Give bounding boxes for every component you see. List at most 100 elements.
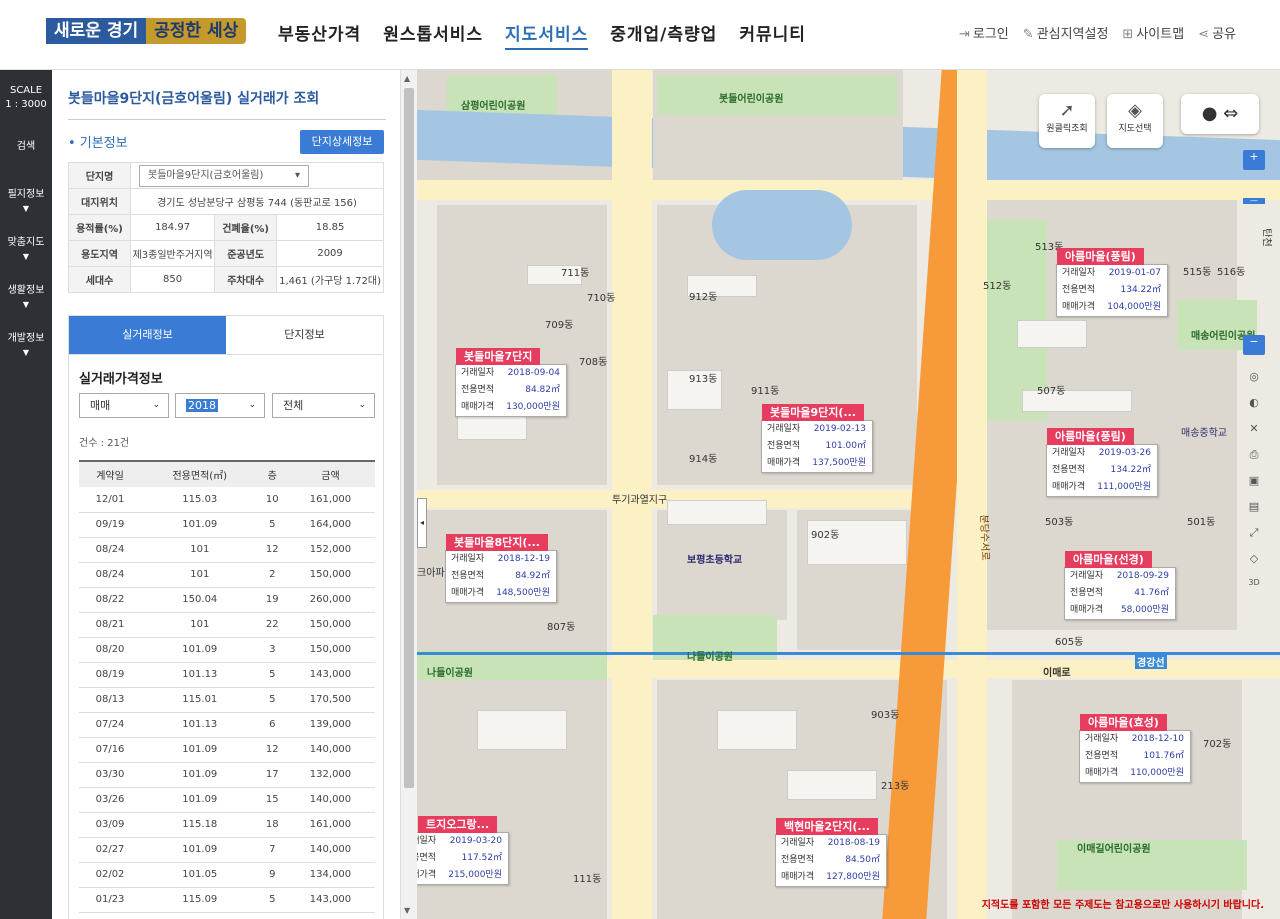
fullscreen-icon[interactable]: ⤢ (1243, 526, 1265, 546)
table-row[interactable]: 07/16 101.09 12 140,000 (79, 737, 375, 763)
nav-brokerage-survey[interactable]: 중개업/측량업 (610, 20, 717, 50)
basic-info-heading: • 기본정보 (68, 136, 128, 151)
price-card[interactable]: 봇들마을7단지 거래일자 2018-09-04 전용면적 84.82㎡ 매매가격 13… (455, 348, 567, 417)
table-cell: 08/22 (79, 587, 142, 613)
locate-icon[interactable]: ◎ (1243, 370, 1265, 390)
side-search[interactable]: 검색 (0, 122, 52, 164)
table-row[interactable]: 08/20 101.09 3 150,000 (79, 637, 375, 663)
table-cell: 03/30 (79, 762, 142, 788)
price-card[interactable]: 봇들마을9단지(... 거래일자 2019-02-13 전용면적 101.00㎡ 매… (761, 404, 873, 473)
tab-transaction-info[interactable]: 실거래정보 (69, 316, 226, 354)
map-label: 213동 (881, 781, 910, 792)
one-click-query-button[interactable]: ➚ 원클릭조회 (1039, 94, 1095, 148)
table-cell: 101.09 (141, 787, 259, 813)
map-label: 111동 (573, 874, 602, 885)
price-card[interactable]: 트지오그랑... 거래일자2019-03-20 전용면적117.52㎡ 매매가격… (417, 816, 509, 885)
scroll-up-icon[interactable]: ▲ (404, 74, 410, 83)
table-row[interactable]: 08/21 101 22 150,000 (79, 612, 375, 638)
map-label: 913동 (689, 374, 718, 385)
map-label: 702동 (1203, 739, 1232, 750)
measure-icon[interactable]: ◐ (1243, 396, 1265, 416)
table-cell: 08/13 (79, 687, 142, 713)
table-cell: 5 (258, 662, 286, 688)
complex-select[interactable]: 봇들마을9단지(금호어울림) ▾ (139, 164, 309, 187)
table-row[interactable]: 08/24 101 12 152,000 (79, 537, 375, 563)
price-card[interactable]: 아름마을(풍림) 거래일자 2019-01-07 전용면적 134.22㎡ 매매가격… (1056, 248, 1168, 317)
3d-icon[interactable]: 3D (1243, 578, 1265, 598)
card-title: 봇들마을8단지(... (446, 534, 548, 551)
table-row[interactable]: 03/09 115.18 18 161,000 (79, 812, 375, 838)
nav-map-service[interactable]: 지도서비스 (505, 20, 589, 50)
table-cell: 22 (258, 612, 286, 638)
complex-detail-button[interactable]: 단지상세정보 (300, 130, 384, 154)
scroll-down-icon[interactable]: ▼ (404, 906, 410, 915)
caret-down-icon: ▼ (22, 204, 30, 213)
panel-scrollbar[interactable]: ▲ ▼ (400, 70, 417, 919)
table-cell: 101.09 (141, 512, 259, 538)
map-select-button[interactable]: ◈ 지도선택 (1107, 94, 1163, 148)
table-cell: 150,000 (285, 612, 375, 638)
zoom-in-icon[interactable]: + (1243, 150, 1265, 170)
table-row[interactable]: 02/02 101.05 9 134,000 (79, 862, 375, 888)
panel-collapse-handle[interactable]: ◂ (417, 498, 427, 548)
info-tabs: 실거래정보 단지정보 (68, 315, 384, 355)
map-label: 605동 (1055, 637, 1084, 648)
table-row[interactable]: 08/13 115.01 5 170,500 (79, 687, 375, 713)
nav-community[interactable]: 커뮤니티 (739, 20, 806, 50)
table-cell: 01/23 (79, 887, 142, 913)
map-view[interactable]: 삼평어린이공원 봇들어린이공원 711동 710동 709동 708동 912동… (417, 70, 1280, 919)
print-icon[interactable]: ⎙ (1243, 448, 1265, 468)
login-link[interactable]: ⇥ 로그인 (959, 23, 1009, 42)
sitemap-link[interactable]: ⊞ 사이트맵 (1122, 23, 1184, 42)
price-card[interactable]: 아름마을(풍림) 거래일자 2019-03-26 전용면적 134.22㎡ 매매가격… (1046, 428, 1158, 497)
save-icon[interactable]: ▣ (1243, 474, 1265, 494)
table-row[interactable]: 08/24 101 2 150,000 (79, 562, 375, 588)
nav-onestop-service[interactable]: 원스톱서비스 (383, 20, 483, 50)
zoom-out-icon[interactable]: − (1243, 335, 1265, 355)
scroll-thumb[interactable] (404, 88, 414, 788)
table-cell: 03/09 (79, 812, 142, 838)
sitemap-icon: ⊞ (1122, 27, 1134, 42)
table-row[interactable]: 01/23 115.09 5 143,000 (79, 887, 375, 913)
share-link[interactable]: ⋖ 공유 (1198, 23, 1236, 42)
table-row[interactable]: 09/19 101.09 5 164,000 (79, 512, 375, 538)
price-card[interactable]: 아름마을(효성) 거래일자 2018-12-10 전용면적 101.76㎡ 매매가격… (1079, 714, 1191, 783)
size-select[interactable]: 전체 ⌄ (272, 393, 375, 418)
table-row[interactable]: 08/22 150.04 19 260,000 (79, 587, 375, 613)
map-building (717, 710, 797, 750)
card-title: 트지오그랑... (418, 816, 498, 833)
eraser-icon[interactable]: ◇ (1243, 552, 1265, 572)
table-row[interactable]: 07/24 101.13 6 139,000 (79, 712, 375, 738)
table-cell: 17 (258, 762, 286, 788)
side-parcel-info[interactable]: 필지정보 ▼ (0, 164, 52, 226)
table-row[interactable]: 08/19 101.13 5 143,000 (79, 662, 375, 688)
login-icon: ⇥ (958, 27, 970, 42)
price-card[interactable]: 봇들마을8단지(... 거래일자 2018-12-19 전용면적 84.92㎡ 매매… (445, 534, 557, 603)
map-label: 503동 (1045, 517, 1074, 528)
tools-icon[interactable]: ✕ (1243, 422, 1265, 442)
table-cell: 9 (258, 862, 286, 888)
side-life-info[interactable]: 생활정보 ▼ (0, 274, 52, 322)
deal-type-select[interactable]: 매매 ⌄ (79, 393, 169, 418)
map-icon[interactable]: ▤ (1243, 500, 1265, 520)
table-row[interactable]: 03/30 101.09 17 132,000 (79, 762, 375, 788)
table-cell: 134,000 (285, 862, 375, 888)
site-logo[interactable]: 새로운 경기 공정한 세상 (46, 18, 247, 44)
caret-down-icon: ▼ (22, 300, 30, 309)
logo-part1: 새로운 경기 (46, 18, 147, 44)
zoom-slider-handle[interactable]: — (1243, 197, 1265, 205)
side-development-info[interactable]: 개발정보 ▼ (0, 322, 52, 370)
tab-complex-info[interactable]: 단지정보 (226, 316, 383, 354)
card-title: 아름마을(풍림) (1057, 248, 1144, 265)
side-custom-map[interactable]: 맞춤지도 ▼ (0, 226, 52, 274)
price-card[interactable]: 백현마을2단지(... 거래일자 2018-08-19 전용면적 84.50㎡ 매매… (775, 818, 887, 887)
price-card[interactable]: 아름마을(선경) 거래일자 2018-09-29 전용면적 41.76㎡ 매매가격 5… (1064, 551, 1176, 620)
table-row[interactable]: 02/27 101.09 7 140,000 (79, 837, 375, 863)
nav-real-estate-price[interactable]: 부동산가격 (278, 20, 361, 50)
interest-region-link[interactable]: ✎ 관심지역설정 (1023, 23, 1109, 42)
table-row[interactable]: 03/26 101.09 15 140,000 (79, 787, 375, 813)
map-label: 708동 (579, 357, 608, 368)
table-row[interactable]: 12/01 115.03 10 161,000 (79, 487, 375, 513)
year-select[interactable]: 2018 ⌄ (175, 393, 265, 418)
map-view-toggle[interactable]: ● ⇔ (1181, 94, 1259, 134)
